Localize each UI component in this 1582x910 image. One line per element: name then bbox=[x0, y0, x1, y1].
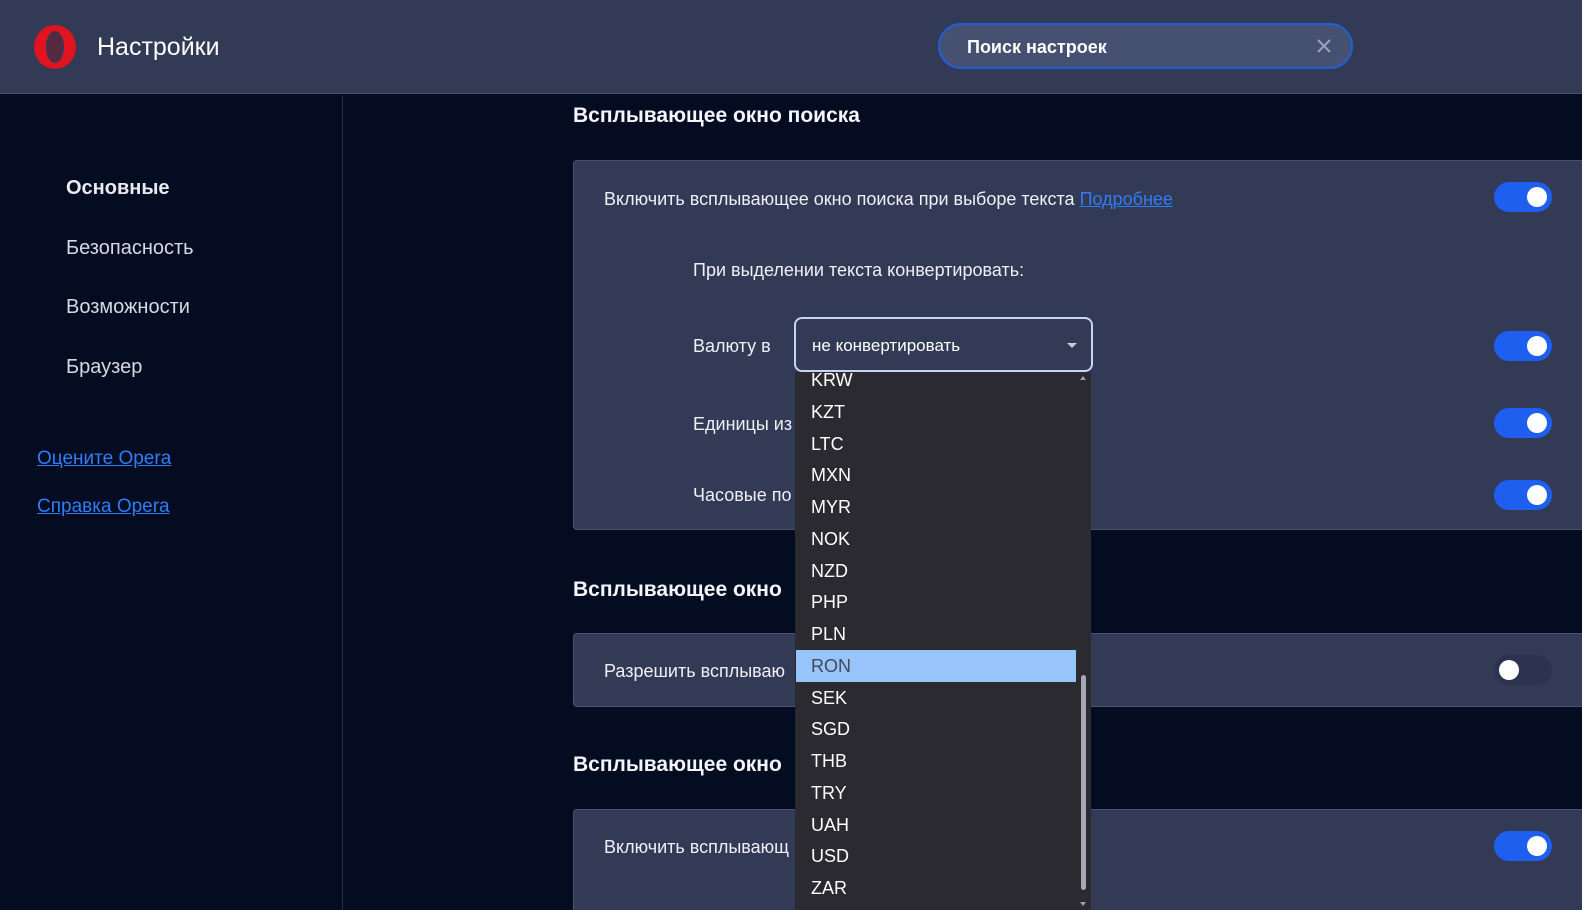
currency-option[interactable]: PHP bbox=[796, 586, 1076, 618]
currency-select-value: не конвертировать bbox=[812, 336, 961, 355]
currency-toggle[interactable] bbox=[1494, 331, 1552, 361]
currency-option[interactable]: PLN bbox=[796, 618, 1076, 650]
search-input[interactable] bbox=[965, 34, 1299, 60]
currency-option-label: MYR bbox=[811, 497, 851, 517]
scroll-down-arrow-icon[interactable] bbox=[1080, 902, 1086, 906]
currency-option-label: KRW bbox=[811, 372, 853, 390]
toggle-knob bbox=[1527, 336, 1547, 356]
enable-popup-3-toggle[interactable] bbox=[1494, 831, 1552, 861]
currency-option[interactable]: USD bbox=[796, 840, 1076, 872]
allow-popup-toggle[interactable] bbox=[1494, 655, 1552, 685]
scrollbar-thumb[interactable] bbox=[1081, 675, 1086, 890]
sidebar-item-security[interactable]: Безопасность bbox=[66, 237, 194, 260]
currency-option[interactable]: MYR bbox=[796, 491, 1076, 523]
chevron-down-icon bbox=[1067, 343, 1077, 348]
timezones-toggle[interactable] bbox=[1494, 480, 1552, 510]
currency-option-label: THB bbox=[811, 751, 847, 771]
section-title-search-popup: Всплывающее окно поиска bbox=[573, 104, 860, 127]
rate-opera-link[interactable]: Оцените Opera bbox=[37, 448, 171, 470]
currency-option-label: TRY bbox=[811, 782, 847, 803]
toggle-knob bbox=[1527, 413, 1547, 433]
units-toggle[interactable] bbox=[1494, 408, 1552, 438]
currency-label: Валюту в bbox=[693, 336, 771, 356]
currency-option[interactable]: MXN bbox=[796, 459, 1076, 491]
close-icon[interactable] bbox=[1315, 37, 1333, 55]
settings-search[interactable] bbox=[938, 23, 1353, 69]
currency-option[interactable]: TRY bbox=[796, 777, 1076, 809]
currency-option-label: SGD bbox=[811, 719, 851, 740]
toggle-knob bbox=[1527, 187, 1547, 207]
opera-logo-icon[interactable] bbox=[32, 24, 78, 70]
search-popup-toggle[interactable] bbox=[1494, 182, 1552, 212]
currency-option[interactable]: KRW bbox=[796, 372, 1076, 396]
currency-option[interactable]: UAH bbox=[796, 809, 1076, 841]
currency-option-label: UAH bbox=[811, 814, 850, 835]
currency-option-label: LTC bbox=[811, 433, 844, 454]
currency-option-label: MXN bbox=[811, 465, 851, 486]
currency-option[interactable]: SEK bbox=[796, 682, 1076, 714]
currency-option-label: ZAR bbox=[811, 878, 847, 898]
more-info-link[interactable]: Подробнее bbox=[1080, 189, 1173, 209]
currency-option[interactable]: NZD bbox=[796, 555, 1076, 587]
currency-option-label: RON bbox=[811, 655, 851, 676]
enable-popup-3-label: Включить всплывающ bbox=[604, 837, 789, 857]
sidebar-item-features[interactable]: Возможности bbox=[66, 296, 190, 319]
currency-dropdown-list[interactable]: KRW KZT LTC MXN MYR NOK NZD PHP PLN RON SEK SGD THB T… bbox=[795, 372, 1091, 910]
currency-select[interactable]: не конвертировать bbox=[794, 317, 1093, 372]
toggle-knob bbox=[1499, 660, 1519, 680]
timezones-label: Часовые по bbox=[693, 485, 792, 505]
enable-search-popup-row: Включить всплывающее окно поиска при выб… bbox=[604, 189, 1173, 210]
currency-option[interactable]: NOK bbox=[796, 523, 1076, 555]
toggle-knob bbox=[1527, 485, 1547, 505]
section-title-popup-3: Всплывающее окно bbox=[573, 753, 782, 776]
section-title-popup-2: Всплывающее окно bbox=[573, 578, 782, 601]
currency-option-label: NZD bbox=[811, 560, 848, 581]
currency-option[interactable]: RON bbox=[796, 649, 1076, 682]
units-label: Единицы из bbox=[693, 414, 793, 434]
dropdown-scrollbar[interactable] bbox=[1076, 372, 1091, 910]
currency-option-label: PHP bbox=[811, 592, 849, 613]
currency-option-label: SEK bbox=[811, 687, 848, 708]
header-bar: Настройки bbox=[0, 0, 1582, 94]
convert-heading: При выделении текста конвертировать: bbox=[693, 260, 1025, 280]
currency-option-label: USD bbox=[811, 846, 850, 867]
currency-option-label: PLN bbox=[811, 624, 847, 644]
scroll-up-arrow-icon[interactable] bbox=[1080, 376, 1086, 380]
currency-option[interactable]: ZAR bbox=[796, 872, 1076, 904]
currency-option[interactable]: SGD bbox=[796, 713, 1076, 745]
toggle-knob bbox=[1527, 836, 1547, 856]
sidebar-item-browser[interactable]: Браузер bbox=[66, 356, 142, 379]
currency-option[interactable]: LTC bbox=[796, 428, 1076, 460]
allow-popup-label: Разрешить всплываю bbox=[604, 661, 786, 681]
currency-option[interactable]: THB bbox=[796, 745, 1076, 777]
sidebar-item-basic[interactable]: Основные bbox=[66, 177, 170, 200]
opera-help-link[interactable]: Справка Opera bbox=[37, 496, 170, 518]
currency-option[interactable]: KZT bbox=[796, 396, 1076, 428]
page-title: Настройки bbox=[97, 33, 220, 61]
currency-option-label: NOK bbox=[811, 528, 851, 549]
enable-search-popup-label: Включить всплывающее окно поиска при выб… bbox=[604, 189, 1075, 209]
currency-option-label: KZT bbox=[811, 401, 845, 422]
